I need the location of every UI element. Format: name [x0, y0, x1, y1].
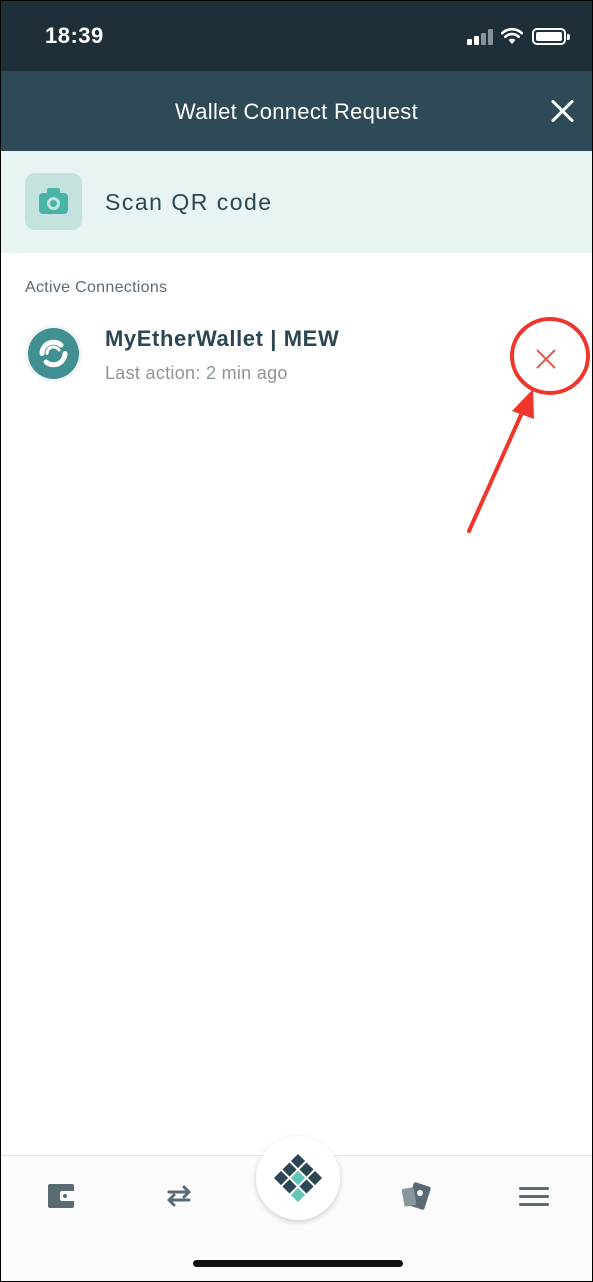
scan-qr-button[interactable]: Scan QR code	[1, 151, 592, 253]
close-icon[interactable]	[550, 98, 576, 124]
header-bar: Wallet Connect Request	[1, 71, 592, 151]
connection-item: MyEtherWallet | MEW Last action: 2 min a…	[1, 311, 592, 401]
status-time: 18:39	[45, 23, 104, 48]
scan-qr-label: Scan QR code	[105, 189, 273, 215]
connection-name: MyEtherWallet | MEW	[105, 326, 340, 351]
cellular-signal-icon	[467, 29, 495, 45]
section-title-active-connections: Active Connections	[25, 279, 168, 296]
page-title: Wallet Connect Request	[174, 99, 418, 124]
home-diamond-icon[interactable]	[256, 1136, 340, 1220]
swap-icon[interactable]	[161, 1178, 197, 1214]
mew-logo	[25, 325, 82, 382]
camera-icon	[25, 173, 82, 230]
disconnect-close-icon[interactable]	[531, 343, 561, 373]
connection-last-action: Last action: 2 min ago	[105, 363, 288, 383]
app-frame: 18:39 Wallet Connect Request Scan QR cod…	[0, 0, 593, 1282]
menu-icon[interactable]	[516, 1178, 552, 1214]
home-indicator	[193, 1260, 403, 1267]
wallet-icon[interactable]	[44, 1178, 80, 1214]
wifi-icon	[501, 27, 523, 44]
status-bar: 18:39	[1, 1, 592, 71]
battery-icon	[532, 28, 570, 45]
cards-icon[interactable]	[398, 1178, 434, 1214]
